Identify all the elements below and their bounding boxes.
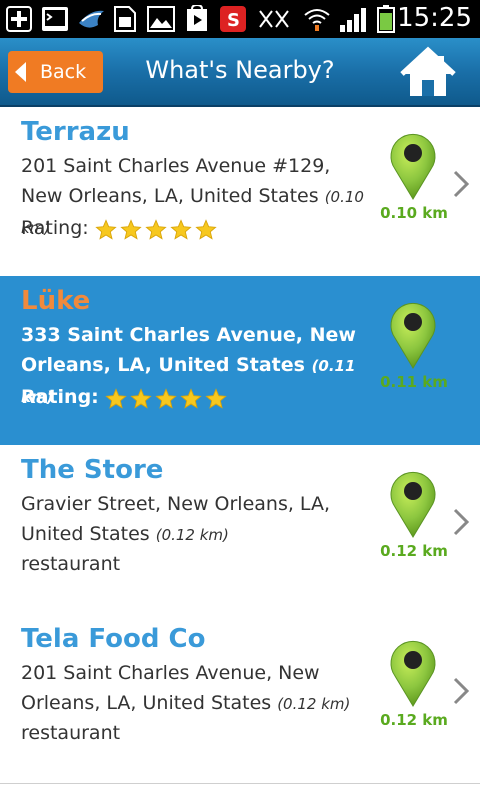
home-icon [400,46,456,96]
list-item[interactable]: Terrazu 201 Saint Charles Avenue #129, Ne… [0,107,480,277]
place-address: Gravier Street, New Orleans, LA, United … [21,489,376,550]
rating-row: Rating: [21,215,217,241]
star-icon [105,388,127,410]
rating-label: Rating: [21,217,89,239]
rating-row: Rating: [21,384,227,410]
address-text: 333 Saint Charles Avenue, New Orleans, L… [21,324,356,376]
star-icon [95,219,117,241]
place-name: Tela Food Co [21,624,206,654]
chevron-right-icon [452,676,470,706]
star-icon [195,219,217,241]
star-icon [130,388,152,410]
weather-icon [76,5,106,33]
rating-label: Rating: [21,386,99,408]
play-store-icon [182,5,212,33]
app-header: Back What's Nearby? [0,38,480,107]
s-app-icon: S [218,5,248,33]
home-button[interactable] [400,46,456,102]
place-name: Terrazu [21,117,130,147]
chevron-right-icon [452,507,470,537]
svg-text:S: S [227,10,240,31]
place-category: restaurant [21,722,121,744]
back-button[interactable]: Back [8,51,103,93]
list-item[interactable]: Lüke 333 Saint Charles Avenue, New Orlean… [0,276,480,446]
place-name: Lüke [21,286,91,316]
place-category: restaurant [21,553,121,575]
star-icon [145,219,167,241]
image-icon [146,5,176,33]
wifi-icon [302,5,332,33]
list-item[interactable]: Tela Food Co 201 Saint Charles Avenue, Ne… [0,614,480,784]
terminal-icon [40,5,70,33]
star-icon [120,219,142,241]
status-time: 15:25 [397,3,472,33]
sim-card-icon [112,5,138,33]
distance-label: 0.12 km [380,542,448,560]
star-icon [170,219,192,241]
address-text: 201 Saint Charles Avenue #129, New Orlea… [21,155,331,207]
back-button-label: Back [40,61,87,83]
star-icon [180,388,202,410]
distance-label: 0.10 km [380,204,448,222]
back-arrow-icon [15,62,26,82]
rating-stars [95,215,217,241]
battery-icon [375,5,397,33]
no-signal-icon [258,5,292,33]
chevron-right-icon [452,169,470,199]
status-bar: S 15:25 [0,0,480,38]
star-icon [155,388,177,410]
page-title: What's Nearby? [145,56,335,84]
place-name: The Store [21,455,164,485]
rating-stars [105,384,227,410]
place-address: 201 Saint Charles Avenue, New Orleans, L… [21,658,376,719]
add-icon [4,5,34,33]
list-item[interactable]: The Store Gravier Street, New Orleans, LA… [0,445,480,615]
address-text: 201 Saint Charles Avenue, New Orleans, L… [21,662,320,714]
inline-distance: (0.12 km) [155,526,229,544]
distance-label: 0.11 km [380,373,448,391]
map-pin-icon [387,636,439,708]
map-pin-icon [387,298,439,370]
distance-label: 0.12 km [380,711,448,729]
star-icon [205,388,227,410]
map-pin-icon [387,129,439,201]
signal-icon [338,5,370,33]
map-pin-icon [387,467,439,539]
inline-distance: (0.12 km) [277,695,351,713]
